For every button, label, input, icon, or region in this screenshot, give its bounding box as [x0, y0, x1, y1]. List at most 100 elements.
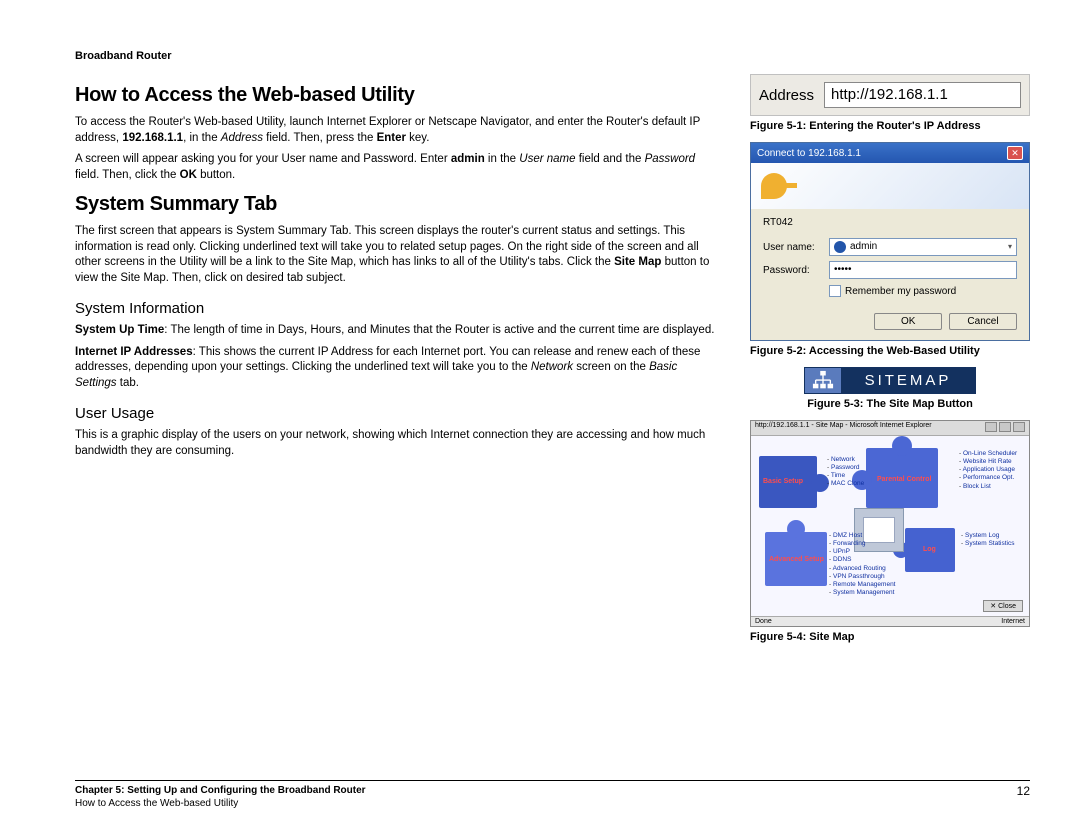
server-name: RT042: [763, 217, 1017, 228]
linklist-parental[interactable]: On-Line Scheduler Website Hit Rate Appli…: [959, 450, 1017, 491]
puzzle-label-basic: Basic Setup: [763, 478, 803, 485]
address-label: Address: [759, 87, 814, 104]
remember-checkbox[interactable]: [829, 285, 841, 297]
link-item[interactable]: DMZ Host: [829, 532, 896, 540]
subsection-user-usage: User Usage: [75, 405, 720, 422]
text: , in the: [183, 132, 221, 144]
dropdown-icon[interactable]: ▾: [1008, 239, 1012, 255]
key-icon: [761, 173, 787, 199]
text: key.: [406, 132, 429, 144]
admin-ref: admin: [451, 153, 485, 165]
dialog-titlebar: Connect to 192.168.1.1 ✕: [751, 143, 1029, 163]
status-bar: Done Internet: [751, 616, 1029, 626]
figure-2-caption: Figure 5-2: Accessing the Web-Based Util…: [750, 345, 1030, 357]
section1-para1: To access the Router's Web-based Utility…: [75, 115, 720, 146]
cancel-button[interactable]: Cancel: [949, 313, 1017, 330]
minimize-icon[interactable]: [985, 422, 997, 432]
close-icon[interactable]: [1013, 422, 1025, 432]
window-title: http://192.168.1.1 - Site Map - Microsof…: [755, 422, 932, 434]
text: field. Then, click the: [75, 169, 180, 181]
figure-2-login-dialog: Connect to 192.168.1.1 ✕ RT042 User name…: [750, 142, 1030, 341]
link-item[interactable]: On-Line Scheduler: [959, 450, 1017, 458]
user-icon: [834, 241, 846, 253]
link-item[interactable]: Website Hit Rate: [959, 458, 1017, 466]
figure-3-caption: Figure 5-3: The Site Map Button: [750, 398, 1030, 410]
link-item[interactable]: Remote Management: [829, 581, 896, 589]
link-item[interactable]: Advanced Routing: [829, 565, 896, 573]
footer-section: How to Access the Web-based Utility: [75, 797, 366, 810]
link-item[interactable]: System Management: [829, 589, 896, 597]
puzzle-label-advanced: Advanced Setup: [769, 556, 824, 563]
sitemap-ref: Site Map: [614, 256, 661, 268]
address-field-ref: Address: [221, 132, 263, 144]
link-item[interactable]: VPN Passthrough: [829, 573, 896, 581]
username-input[interactable]: admin ▾: [829, 238, 1017, 256]
remember-label: Remember my password: [845, 286, 956, 297]
link-item[interactable]: System Log: [961, 532, 1014, 540]
network-ref: Network: [531, 361, 573, 373]
sitemap-close-button[interactable]: ✕ Close: [983, 600, 1023, 612]
internet-ip-para: Internet IP Addresses: This shows the cu…: [75, 345, 720, 392]
close-icon[interactable]: ✕: [1007, 146, 1023, 160]
password-value: •••••: [834, 262, 852, 278]
user-usage-para: This is a graphic display of the users o…: [75, 428, 720, 459]
link-item[interactable]: Performance Opt.: [959, 474, 1017, 482]
subsection-system-info: System Information: [75, 300, 720, 317]
figure-1-addressbar: Address http://192.168.1.1: [750, 74, 1030, 116]
text: field and the: [576, 153, 645, 165]
password-input[interactable]: •••••: [829, 261, 1017, 279]
password-field-ref: Password: [645, 153, 696, 165]
ok-button[interactable]: OK: [874, 313, 942, 330]
username-value: admin: [850, 239, 877, 255]
link-item[interactable]: Forwarding: [829, 540, 896, 548]
text: The first screen that appears is System …: [75, 225, 699, 268]
status-done: Done: [755, 618, 772, 625]
figure-4-caption: Figure 5-4: Site Map: [750, 631, 1030, 643]
text: button.: [197, 169, 235, 181]
dialog-banner: [751, 163, 1029, 209]
window-titlebar: http://192.168.1.1 - Site Map - Microsof…: [751, 421, 1029, 436]
maximize-icon[interactable]: [999, 422, 1011, 432]
link-item[interactable]: Network: [827, 456, 864, 464]
figure-1-caption: Figure 5-1: Entering the Router's IP Add…: [750, 120, 1030, 132]
section-title-summary: System Summary Tab: [75, 193, 720, 216]
link-item[interactable]: Time: [827, 472, 864, 480]
username-label: User name:: [763, 242, 821, 253]
system-uptime-label: System Up Time: [75, 324, 164, 336]
puzzle-label-parental: Parental Control: [877, 476, 931, 483]
ok-button-ref: OK: [180, 169, 197, 181]
text: in the: [485, 153, 520, 165]
text: A screen will appear asking you for your…: [75, 153, 451, 165]
page-number: 12: [1017, 784, 1030, 810]
text: : The length of time in Days, Hours, and…: [164, 324, 714, 336]
link-item[interactable]: UPnP: [829, 548, 896, 556]
figure-3-sitemap-button[interactable]: SITEMAP: [804, 367, 976, 394]
text: field. Then, press the: [263, 132, 377, 144]
link-item[interactable]: MAC Clone: [827, 480, 864, 488]
internet-ip-label: Internet IP Addresses: [75, 346, 193, 358]
figure-4-sitemap-window: http://192.168.1.1 - Site Map - Microsof…: [750, 420, 1030, 627]
enter-key-ref: Enter: [377, 132, 406, 144]
puzzle-label-log: Log: [923, 546, 936, 553]
linklist-advanced[interactable]: DMZ Host Forwarding UPnP DDNS Advanced R…: [829, 532, 896, 597]
footer-chapter: Chapter 5: Setting Up and Configuring th…: [75, 784, 366, 797]
link-item[interactable]: System Statistics: [961, 540, 1014, 548]
linklist-basic[interactable]: Network Password Time MAC Clone: [827, 456, 864, 489]
dialog-title: Connect to 192.168.1.1: [757, 148, 861, 159]
link-item[interactable]: DDNS: [829, 556, 896, 564]
status-internet: Internet: [1001, 618, 1025, 625]
linklist-log[interactable]: System Log System Statistics: [961, 532, 1014, 548]
page-header: Broadband Router: [75, 50, 1030, 62]
ip-address: 192.168.1.1: [122, 132, 183, 144]
username-field-ref: User name: [519, 153, 575, 165]
text: screen on the: [573, 361, 649, 373]
section1-para2: A screen will appear asking you for your…: [75, 152, 720, 183]
text: tab.: [117, 377, 139, 389]
link-item[interactable]: Block List: [959, 483, 1017, 491]
link-item[interactable]: Application Usage: [959, 466, 1017, 474]
link-item[interactable]: Password: [827, 464, 864, 472]
address-input[interactable]: http://192.168.1.1: [824, 82, 1021, 108]
section-title-access: How to Access the Web-based Utility: [75, 84, 720, 107]
sitemap-label: SITEMAP: [841, 368, 975, 393]
sitemap-icon: [805, 368, 841, 393]
